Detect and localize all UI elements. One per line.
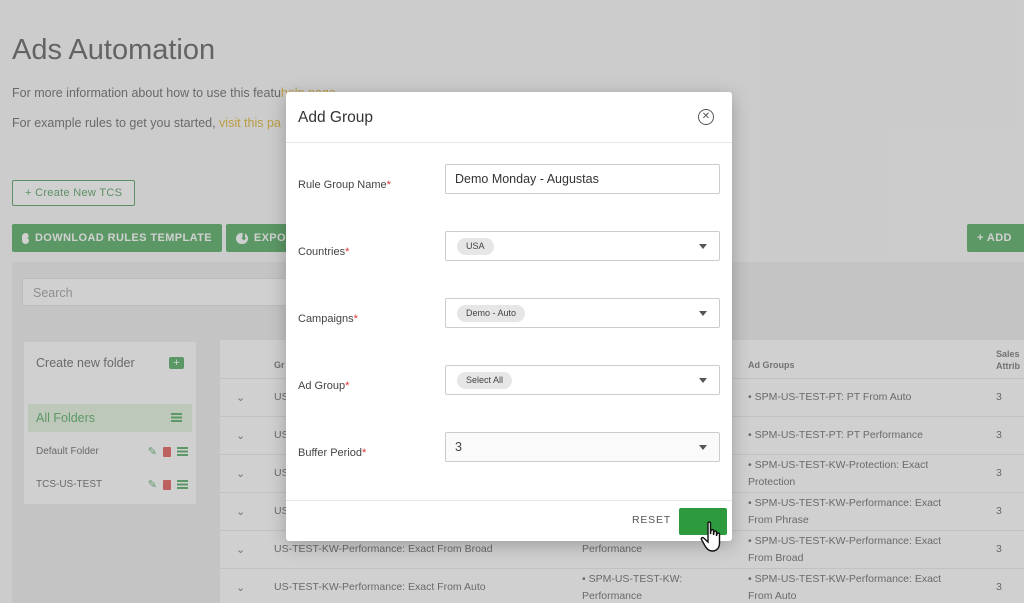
ad-group-label: Ad Group* [298, 380, 350, 392]
campaigns-label: Campaigns* [298, 313, 358, 325]
rule-group-name-input[interactable]: Demo Monday - Augustas [445, 164, 720, 194]
campaigns-select[interactable]: Demo - Auto [445, 298, 720, 328]
add-group-dialog: Add Group ✕ Rule Group Name* Demo Monday… [286, 92, 732, 541]
country-chip[interactable]: USA [457, 238, 494, 255]
chevron-down-icon[interactable] [699, 311, 707, 316]
chevron-down-icon[interactable] [699, 244, 707, 249]
reset-button[interactable]: RESET [632, 514, 671, 526]
chevron-down-icon[interactable] [699, 445, 707, 450]
rule-group-name-label: Rule Group Name* [298, 179, 391, 191]
close-icon[interactable]: ✕ [698, 109, 714, 125]
divider [286, 500, 732, 501]
divider [286, 142, 732, 143]
hand-cursor-icon [700, 521, 721, 552]
chevron-down-icon[interactable] [699, 378, 707, 383]
buffer-period-label: Buffer Period* [298, 447, 367, 459]
countries-label: Countries* [298, 246, 350, 258]
ad-group-chip[interactable]: Select All [457, 372, 513, 389]
buffer-period-select[interactable]: 3 [445, 432, 720, 462]
countries-select[interactable]: USA [445, 231, 720, 261]
dialog-title: Add Group [298, 109, 373, 126]
ad-group-select[interactable]: Select All [445, 365, 720, 395]
campaign-chip[interactable]: Demo - Auto [457, 305, 526, 322]
